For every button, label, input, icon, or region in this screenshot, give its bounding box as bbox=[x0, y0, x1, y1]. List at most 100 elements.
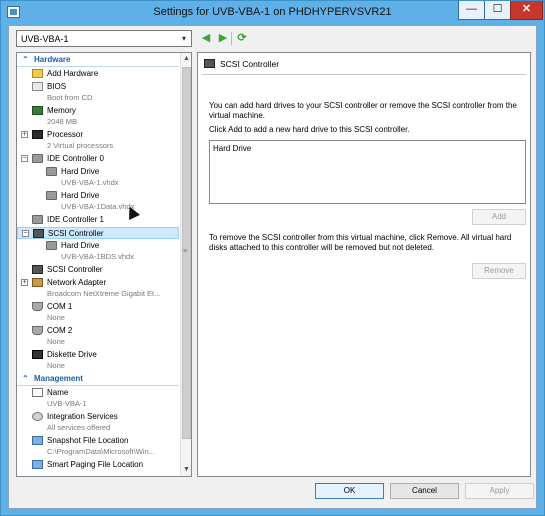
tree-item-hard-drive[interactable]: Hard Drive bbox=[17, 166, 179, 178]
tree-item-label: Add Hardware bbox=[47, 69, 99, 78]
add-button[interactable]: Add bbox=[472, 209, 526, 225]
tree-item-ide-controller-0[interactable]: − IDE Controller 0 bbox=[17, 153, 179, 165]
expand-icon[interactable]: + bbox=[21, 131, 28, 138]
tree-item-ide-controller-1[interactable]: IDE Controller 1 bbox=[17, 214, 179, 226]
tree-item-label: Network Adapter bbox=[47, 278, 107, 287]
tree-item-detail: None bbox=[47, 337, 65, 346]
expand-icon[interactable]: + bbox=[21, 279, 28, 286]
bios-icon bbox=[32, 82, 43, 91]
detail-panel: SCSI Controller You can add hard drives … bbox=[197, 52, 531, 477]
tree-item-label: COM 1 bbox=[47, 302, 73, 311]
tree-item-integration-services[interactable]: Integration Services bbox=[17, 411, 179, 423]
toolbar-separator bbox=[231, 32, 232, 45]
snapshot-icon bbox=[32, 436, 43, 445]
hard-drive-icon bbox=[46, 167, 57, 176]
collapse-chevron-icon[interactable]: ⌃ bbox=[22, 374, 29, 383]
tree-item-label: Integration Services bbox=[47, 412, 118, 421]
tree-item-scsi-controller[interactable]: − SCSI Controller bbox=[17, 227, 179, 239]
forward-arrow-icon[interactable]: ▶ bbox=[216, 31, 230, 45]
tree-item-detail: 2048 MB bbox=[47, 117, 78, 126]
tree-item-smart-paging-file-location[interactable]: Smart Paging File Location bbox=[17, 459, 179, 471]
tree-item-com-2[interactable]: COM 2 bbox=[17, 325, 179, 337]
integration-services-icon bbox=[32, 412, 43, 421]
minimize-button[interactable]: — bbox=[458, 1, 485, 20]
back-arrow-icon[interactable]: ◀ bbox=[199, 31, 213, 45]
apply-button[interactable]: Apply bbox=[465, 483, 534, 499]
cancel-button[interactable]: Cancel bbox=[390, 483, 459, 499]
close-button[interactable]: ✕ bbox=[510, 1, 543, 20]
diskette-icon bbox=[32, 350, 43, 359]
tree-item-label: Name bbox=[47, 388, 69, 397]
scsi-controller-icon bbox=[32, 265, 43, 274]
scroll-down-arrow-icon[interactable]: ▼ bbox=[181, 464, 191, 476]
tree-item-com-1[interactable]: COM 1 bbox=[17, 301, 179, 313]
scroll-grip-icon: ≡ bbox=[183, 248, 188, 255]
tree-item-label: Smart Paging File Location bbox=[47, 460, 144, 469]
remove-button[interactable]: Remove bbox=[472, 263, 526, 279]
tree-item-detail: None bbox=[47, 361, 65, 370]
tree-item-label: SCSI Controller bbox=[48, 229, 104, 238]
add-hardware-icon bbox=[32, 69, 43, 78]
device-type-list[interactable]: Hard Drive bbox=[209, 140, 526, 204]
tree-item-hard-drive[interactable]: Hard Drive bbox=[17, 190, 179, 202]
hard-drive-icon bbox=[46, 191, 57, 200]
tree-item-label: COM 2 bbox=[47, 326, 73, 335]
detail-title: SCSI Controller bbox=[220, 59, 280, 69]
management-section-header[interactable]: ⌃ Management bbox=[17, 374, 179, 386]
scroll-up-arrow-icon[interactable]: ▲ bbox=[181, 53, 191, 65]
tree-item-label: BIOS bbox=[47, 82, 67, 91]
tree-item-detail: UVB-VBA-1BDS.vhdx bbox=[61, 252, 134, 261]
refresh-icon[interactable]: ⟳ bbox=[235, 31, 249, 45]
tree-item-diskette-drive[interactable]: Diskette Drive bbox=[17, 349, 179, 361]
com-port-icon bbox=[32, 302, 43, 311]
tree-item-detail: UVB-VBA-1 bbox=[47, 399, 87, 408]
section-divider bbox=[17, 66, 179, 67]
remove-instruction-text: To remove the SCSI controller from this … bbox=[209, 233, 512, 252]
collapse-icon[interactable]: − bbox=[22, 230, 29, 237]
tree-item-detail: 2 Virtual processors bbox=[47, 141, 114, 150]
tree-item-processor[interactable]: + Processor bbox=[17, 129, 179, 141]
collapse-icon[interactable]: − bbox=[21, 155, 28, 162]
hardware-section-header[interactable]: ⌃ Hardware bbox=[17, 55, 179, 67]
name-icon bbox=[32, 388, 43, 397]
tree-item-detail: All services offered bbox=[47, 423, 111, 432]
tree-item-bios[interactable]: BIOS bbox=[17, 81, 179, 93]
memory-icon bbox=[32, 106, 43, 115]
settings-window: Settings for UVB-VBA-1 on PHDHYPERVSVR21… bbox=[0, 0, 545, 516]
instruction-text: Click Add to add a new hard drive to thi… bbox=[209, 125, 410, 134]
tree-item-label: Diskette Drive bbox=[47, 350, 97, 359]
intro-text: You can add hard drives to your SCSI con… bbox=[209, 101, 517, 120]
tree-item-label: SCSI Controller bbox=[47, 265, 103, 274]
section-divider bbox=[17, 385, 179, 386]
section-title: Management bbox=[34, 374, 83, 383]
vm-selector[interactable]: UVB-VBA-1 ▾ bbox=[16, 30, 192, 47]
tree-scrollbar[interactable]: ▲ ≡ ▼ bbox=[180, 53, 191, 476]
list-item-hard-drive[interactable]: Hard Drive bbox=[213, 144, 251, 153]
tree-item-detail: None bbox=[47, 313, 65, 322]
ide-controller-icon bbox=[32, 154, 43, 163]
vm-selector-value: UVB-VBA-1 bbox=[21, 34, 69, 44]
chevron-down-icon[interactable]: ▾ bbox=[177, 31, 191, 46]
section-title: Hardware bbox=[34, 55, 71, 64]
client-area: UVB-VBA-1 ▾ ◀ ▶ ⟳ ⌃ Hardware Add Hardware B… bbox=[8, 25, 537, 509]
maximize-button[interactable]: ☐ bbox=[484, 1, 511, 20]
tree-item-memory[interactable]: Memory bbox=[17, 105, 179, 117]
tree-item-label: Hard Drive bbox=[61, 241, 100, 250]
tree-item-name[interactable]: Name bbox=[17, 387, 179, 399]
tree-item-label: IDE Controller 1 bbox=[47, 215, 104, 224]
tree-item-label: Hard Drive bbox=[61, 167, 100, 176]
settings-tree: ⌃ Hardware Add Hardware BIOS Boot from CD Mem… bbox=[16, 52, 192, 477]
tree-item-network-adapter[interactable]: + Network Adapter bbox=[17, 277, 179, 289]
tree-item-scsi-controller[interactable]: SCSI Controller bbox=[17, 264, 179, 276]
tree-item-detail: Boot from CD bbox=[47, 93, 93, 102]
collapse-chevron-icon[interactable]: ⌃ bbox=[22, 55, 29, 64]
tree-item-hard-drive[interactable]: Hard Drive bbox=[17, 240, 179, 252]
tree-item-label: Processor bbox=[47, 130, 84, 139]
tree-item-detail: Broadcom NetXtreme Gigabit Et... bbox=[47, 289, 161, 298]
processor-icon bbox=[32, 130, 43, 139]
ok-button[interactable]: OK bbox=[315, 483, 384, 499]
title-bar[interactable]: Settings for UVB-VBA-1 on PHDHYPERVSVR21… bbox=[1, 1, 544, 25]
tree-item-label: Hard Drive bbox=[61, 191, 100, 200]
tree-item-add-hardware[interactable]: Add Hardware bbox=[17, 68, 179, 80]
tree-item-snapshot-file-location[interactable]: Snapshot File Location bbox=[17, 435, 179, 447]
